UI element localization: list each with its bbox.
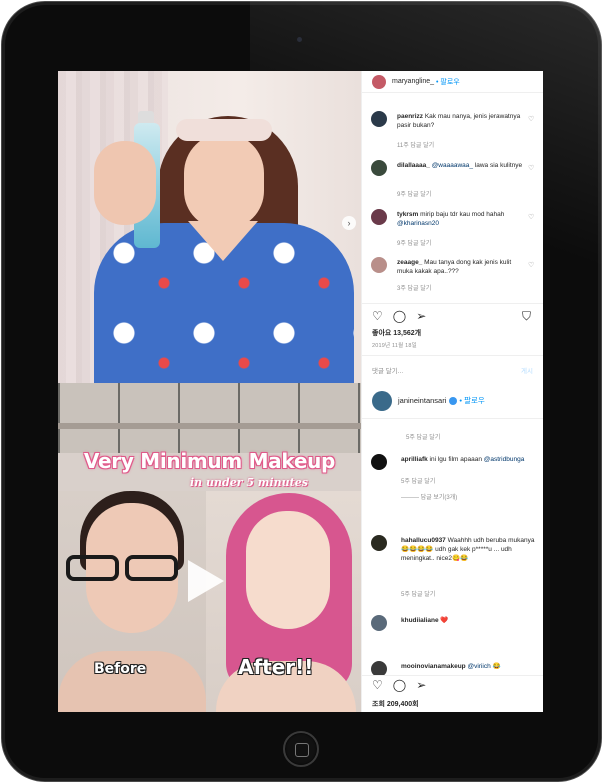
post-comment-button[interactable]: 게시 (521, 365, 533, 375)
comment-user[interactable]: tykrsm (397, 211, 418, 218)
comment-text: ini lgu film apaaan (429, 456, 484, 463)
comment-text: 😂 (492, 663, 501, 670)
share-icon[interactable]: ➢ (416, 679, 426, 691)
mention-link[interactable]: @kharinasn20 (397, 220, 439, 227)
likes-count[interactable]: 좋아요 13,562개 (372, 328, 421, 338)
chevron-right-icon[interactable]: › (342, 216, 356, 230)
comment-meta[interactable]: 5주 답글 달기 (406, 432, 440, 441)
comment-icon[interactable]: ◯ (393, 679, 406, 691)
comment-user[interactable]: hahaIlucu0937 (401, 537, 446, 544)
avatar[interactable] (371, 111, 387, 127)
comment-text: mirip baju tdr kau mod hahah (420, 211, 505, 218)
share-icon[interactable]: ➢ (416, 310, 426, 322)
comment-meta[interactable]: 5주 답글 달기 (401, 476, 435, 485)
post2-header: janineintansari • 팔로우 (362, 383, 543, 419)
heart-icon[interactable]: ♡ (528, 261, 534, 269)
heart-icon[interactable]: ♡ (528, 213, 534, 221)
post-date: 2019년 11월 18일 (372, 343, 417, 349)
post1-username[interactable]: maryangline_ (392, 78, 434, 85)
comment-meta[interactable]: 9주 답글 달기 (397, 238, 431, 247)
comment-icon[interactable]: ◯ (393, 310, 406, 322)
comment-user[interactable]: paenrizz (397, 113, 423, 120)
follow-button[interactable]: • 팔로우 (459, 395, 484, 406)
avatar[interactable] (371, 615, 387, 631)
comment-user[interactable]: khudiialiane (401, 617, 439, 624)
avatar[interactable] (372, 74, 386, 89)
add-comment-input[interactable]: 댓글 달기... (372, 365, 403, 375)
avatar[interactable] (371, 257, 387, 273)
comment-meta[interactable]: 11주 답글 달기 (397, 140, 434, 149)
comment-meta[interactable]: 5주 답글 달기 (401, 589, 435, 598)
post2-side-panel: janineintansari • 팔로우 5주 답글 달기 aprilliaf… (361, 383, 543, 712)
post2-video[interactable]: Very Minimum Makeup in under 5 minutes B… (58, 383, 361, 712)
avatar[interactable] (371, 454, 387, 470)
video-subtitle: in under 5 minutes (190, 476, 308, 489)
after-label: After!! (238, 655, 314, 679)
comment-text: lawa sia kulitnye (473, 162, 523, 169)
video-title: Very Minimum Makeup (83, 449, 336, 473)
post2-actions: ♡ ◯ ➢ (372, 679, 426, 691)
post1-actions: ♡ ◯ ➢ (372, 310, 426, 322)
comment-meta[interactable]: 3주 답글 달기 (397, 283, 431, 292)
comment-user[interactable]: aprilliafk (401, 456, 428, 463)
heart-icon[interactable]: ♡ (372, 310, 383, 322)
verified-badge-icon (449, 396, 458, 405)
screen: › maryangline_ • 팔로우 paenrizz Kak mau na… (58, 71, 543, 712)
bookmark-icon[interactable]: ⛉ (522, 310, 531, 322)
before-label: Before (94, 661, 147, 677)
heart-icon[interactable]: ♡ (528, 115, 534, 123)
front-camera (297, 37, 302, 42)
mention-link[interactable]: @waaaawaa_ (432, 162, 473, 169)
post1-side-panel: maryangline_ • 팔로우 paenrizz Kak mau nany… (361, 71, 543, 383)
heart-icon[interactable]: ♡ (528, 164, 534, 172)
comment-user[interactable]: zeaage_ (397, 259, 422, 266)
post1-photo[interactable]: › (58, 71, 361, 383)
comment-meta[interactable]: 9주 답글 달기 (397, 189, 431, 198)
comment-text: ❤️ (440, 617, 449, 624)
comment-user[interactable]: dilallaaaa_ (397, 162, 430, 169)
mention-link[interactable]: @astridbunga (484, 456, 525, 463)
home-button[interactable] (283, 731, 319, 767)
view-replies[interactable]: ——— 답글 보기(3개) (401, 492, 457, 501)
comment-user[interactable]: mooinovianamakeup (401, 663, 466, 670)
avatar[interactable] (372, 390, 392, 411)
avatar[interactable] (371, 209, 387, 225)
before-panel (58, 491, 206, 712)
heart-icon[interactable]: ♡ (372, 679, 383, 691)
follow-button[interactable]: • 팔로우 (436, 77, 460, 87)
post2-username[interactable]: janineintansari (398, 396, 446, 405)
post1-header: maryangline_ • 팔로우 (362, 71, 543, 93)
views-count[interactable]: 조회 209,400회 (372, 699, 419, 709)
play-icon[interactable] (188, 560, 224, 602)
avatar[interactable] (371, 160, 387, 176)
avatar[interactable] (371, 535, 387, 551)
mention-link[interactable]: @viriich (467, 663, 490, 670)
